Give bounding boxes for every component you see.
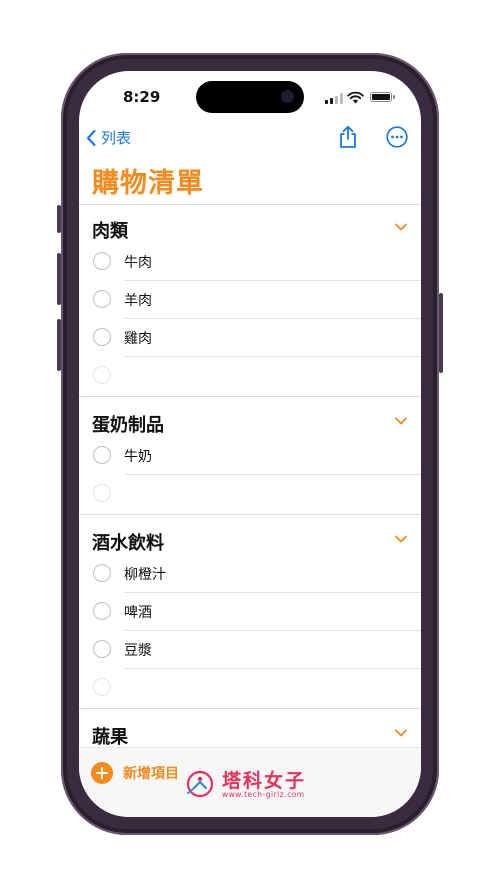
more-options-icon[interactable] [386, 126, 408, 148]
section-divider [79, 204, 421, 205]
list-item[interactable]: 豆漿 [92, 631, 421, 669]
new-item-row[interactable] [92, 475, 421, 513]
phone-power-button [439, 293, 443, 373]
list-item[interactable]: 雞肉 [92, 319, 421, 357]
section-divider [79, 514, 421, 515]
list-item[interactable]: 啤酒 [92, 593, 421, 631]
checkbox-circle-icon[interactable] [93, 446, 111, 464]
new-item-button[interactable]: 新增項目 [91, 762, 179, 784]
chevron-left-icon [86, 129, 96, 146]
item-label: 牛肉 [124, 255, 152, 271]
item-label: 羊肉 [124, 293, 152, 309]
item-label: 啤酒 [124, 605, 152, 621]
checkbox-circle-icon[interactable] [93, 602, 111, 620]
list-item[interactable]: 柳橙汁 [92, 555, 421, 593]
share-icon[interactable] [337, 125, 359, 149]
screen: 8:29 列表 購物清單 肉類 牛肉 羊肉 雞肉 蛋奶制品 牛奶 酒水飲料 柳橙… [79, 71, 421, 817]
item-label: 雞肉 [124, 331, 152, 347]
section-divider [79, 396, 421, 397]
section-title-meat[interactable]: 肉類 [92, 217, 128, 243]
list-item[interactable]: 羊肉 [92, 281, 421, 319]
checkbox-circle-icon[interactable] [93, 640, 111, 658]
chevron-down-icon[interactable] [394, 728, 408, 738]
back-button[interactable]: 列表 [85, 127, 131, 148]
section-title-produce[interactable]: 蔬果 [92, 723, 128, 749]
empty-checkbox-icon [93, 484, 111, 502]
watermark-title: 塔科女子 [222, 770, 307, 792]
list-item[interactable]: 牛奶 [92, 437, 421, 475]
list-title: 購物清單 [92, 168, 204, 199]
section-title-dairy[interactable]: 蛋奶制品 [92, 411, 164, 437]
plus-circle-icon [91, 762, 113, 784]
empty-checkbox-icon [93, 678, 111, 696]
status-time: 8:29 [123, 88, 161, 106]
phone-volume-up-button [57, 253, 61, 305]
dynamic-island [196, 81, 304, 113]
checkbox-circle-icon[interactable] [93, 252, 111, 270]
watermark-subtitle: www.tech-girlz.com [222, 790, 305, 799]
watermark-logo-icon [186, 770, 214, 798]
section-title-drinks[interactable]: 酒水飲料 [92, 529, 164, 555]
battery-icon [370, 92, 395, 102]
phone-action-button [57, 205, 61, 233]
item-label: 豆漿 [124, 643, 152, 659]
camera-icon [281, 90, 294, 103]
cellular-signal-icon [325, 93, 343, 104]
new-item-row[interactable] [92, 669, 421, 707]
section-divider [79, 708, 421, 709]
back-button-label: 列表 [101, 129, 132, 147]
checkbox-circle-icon[interactable] [93, 290, 111, 308]
phone-volume-down-button [57, 319, 61, 371]
item-label: 柳橙汁 [124, 567, 166, 583]
empty-checkbox-icon [93, 366, 111, 384]
bottom-toolbar: 新增項目 塔科女子 www.tech-girlz.com [79, 747, 421, 817]
chevron-down-icon[interactable] [394, 534, 408, 544]
new-item-label: 新增項目 [123, 766, 179, 782]
new-item-row[interactable] [92, 357, 421, 395]
item-label: 牛奶 [124, 449, 152, 465]
checkbox-circle-icon[interactable] [93, 328, 111, 346]
wifi-icon [347, 91, 364, 104]
checkbox-circle-icon[interactable] [93, 564, 111, 582]
chevron-down-icon[interactable] [394, 222, 408, 232]
watermark: 塔科女子 www.tech-girlz.com [180, 766, 320, 804]
chevron-down-icon[interactable] [394, 416, 408, 426]
list-item[interactable]: 牛肉 [92, 243, 421, 281]
